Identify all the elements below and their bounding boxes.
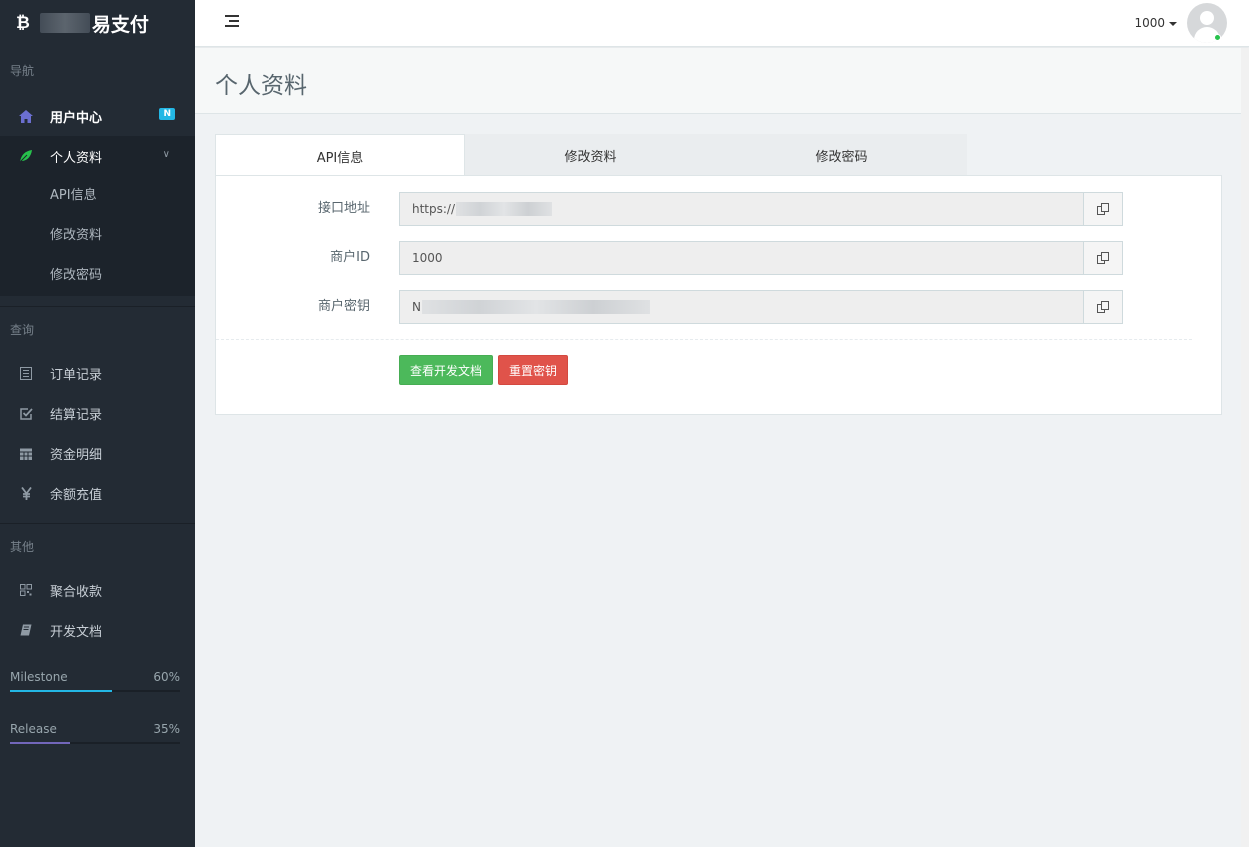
copy-api-url-button[interactable] [1083, 192, 1123, 226]
brand-title: 易支付 [91, 13, 149, 36]
api-url-field[interactable]: https:// [399, 192, 1083, 226]
tab-change-password[interactable]: 修改密码 [716, 134, 967, 176]
merchant-id-value: 1000 [412, 251, 443, 265]
brand-obscured-text [39, 13, 90, 33]
sidebar-item-label: 开发文档 [50, 624, 103, 640]
sidebar-item-label: 个人资料 [50, 150, 103, 166]
chevron-down-icon: ∨ [162, 149, 170, 160]
form-row-merchant-key: 商户密钥 N [216, 290, 1221, 324]
sidebar-subitem-change-password[interactable]: 修改密码 [0, 256, 195, 296]
sidebar-item-settlement[interactable]: 结算记录 [0, 393, 195, 433]
api-info-panel: 接口地址 https:// 商户ID 1000 商户密钥 N 查看开发文档 重置… [215, 175, 1222, 415]
top-bar: 1000 [195, 0, 1249, 47]
sidebar-item-user-center[interactable]: 用户中心 N [0, 96, 195, 136]
user-name-dropdown[interactable]: 1000 [1134, 16, 1177, 30]
reset-key-button[interactable]: 重置密钥 [498, 355, 569, 385]
nav-heading-other: 其他 [10, 540, 35, 554]
form-row-merchant-id: 商户ID 1000 [216, 241, 1221, 275]
brand[interactable]: ₿ 易支付 [0, 0, 195, 46]
progress-fill [10, 690, 112, 692]
sidebar-subitem-api-info[interactable]: API信息 [0, 176, 195, 216]
merchant-id-group: 1000 [399, 241, 1123, 275]
progress-bar-release [10, 742, 180, 744]
tab-edit-profile[interactable]: 修改资料 [465, 134, 716, 176]
merchant-id-field[interactable]: 1000 [399, 241, 1083, 275]
sidebar-item-label: 资金明细 [50, 447, 103, 463]
calendar-icon [18, 445, 34, 461]
sidebar-item-recharge[interactable]: 余额充值 [0, 473, 195, 513]
copy-icon [1097, 252, 1109, 264]
merchant-key-value: N [412, 300, 421, 314]
api-url-value: https:// [412, 202, 456, 216]
sidebar-item-label: 结算记录 [50, 407, 103, 423]
merchant-key-group: N [399, 290, 1123, 324]
sidebar-item-label: 用户中心 [50, 110, 103, 126]
sidebar-item-label: 余额充值 [50, 487, 103, 503]
tab-bar: API信息 修改资料 修改密码 [215, 134, 967, 177]
api-url-label: 接口地址 [317, 201, 370, 216]
checkbox-icon [18, 405, 34, 421]
online-status-dot [1214, 34, 1221, 41]
progress-milestone-row: Milestone 60% [10, 664, 180, 690]
progress-section: Milestone 60% Release 35% [0, 664, 195, 744]
bitcoin-logo-icon: ₿ [16, 13, 30, 33]
qrcode-icon [18, 582, 34, 598]
sidebar-item-aggregate-payment[interactable]: 聚合收款 [0, 570, 195, 610]
sidebar-subitem-edit-profile[interactable]: 修改资料 [0, 216, 195, 256]
merchant-id-label: 商户ID [330, 250, 370, 265]
sidebar: ₿ 易支付 导航 用户中心 N 个人资料 ∨ API信息 修改资料 修改密码 查… [0, 0, 195, 847]
nav-heading-navigation: 导航 [10, 64, 35, 78]
new-badge: N [159, 108, 175, 120]
api-url-group: https:// [399, 192, 1123, 226]
sidebar-item-profile[interactable]: 个人资料 ∨ [0, 136, 195, 176]
user-name: 1000 [1134, 16, 1165, 30]
copy-icon [1097, 203, 1109, 215]
leaf-icon [18, 148, 34, 164]
view-dev-docs-button[interactable]: 查看开发文档 [399, 355, 494, 385]
tab-api-info[interactable]: API信息 [215, 134, 465, 177]
copy-merchant-id-button[interactable] [1083, 241, 1123, 275]
sidebar-item-label: 聚合收款 [50, 584, 103, 600]
progress-label: Milestone [10, 670, 68, 684]
merchant-key-field[interactable]: N [399, 290, 1083, 324]
sidebar-item-dev-docs[interactable]: 开发文档 [0, 610, 195, 650]
page-title: 个人资料 [215, 73, 307, 99]
form-row-api-url: 接口地址 https:// [216, 192, 1221, 226]
progress-bar-milestone [10, 690, 180, 692]
caret-down-icon [1169, 21, 1177, 26]
redacted-mask [456, 202, 552, 216]
progress-release-row: Release 35% [10, 716, 180, 742]
list-icon [18, 365, 34, 381]
avatar-head-shape [1200, 11, 1214, 25]
copy-icon [1097, 301, 1109, 313]
sidebar-item-orders[interactable]: 订单记录 [0, 353, 195, 393]
progress-fill [10, 742, 70, 744]
sidebar-item-label: 订单记录 [50, 367, 103, 383]
menu-toggle-icon[interactable] [225, 15, 239, 29]
book-icon [18, 622, 34, 638]
copy-merchant-key-button[interactable] [1083, 290, 1123, 324]
nav-heading-query: 查询 [10, 323, 35, 337]
progress-label: Release [10, 722, 57, 736]
merchant-key-label: 商户密钥 [317, 299, 370, 314]
avatar[interactable] [1187, 3, 1227, 43]
progress-percent: 35% [153, 722, 180, 736]
home-icon [18, 108, 34, 124]
profile-submenu: API信息 修改资料 修改密码 [0, 176, 195, 296]
page-header: 个人资料 [195, 48, 1241, 114]
user-menu[interactable]: 1000 [1134, 2, 1227, 44]
redacted-mask [422, 300, 650, 314]
yen-icon [18, 485, 34, 501]
scrollbar-track[interactable] [1241, 48, 1249, 847]
sidebar-item-funds[interactable]: 资金明细 [0, 433, 195, 473]
progress-percent: 60% [153, 670, 180, 684]
form-divider [216, 339, 1192, 340]
